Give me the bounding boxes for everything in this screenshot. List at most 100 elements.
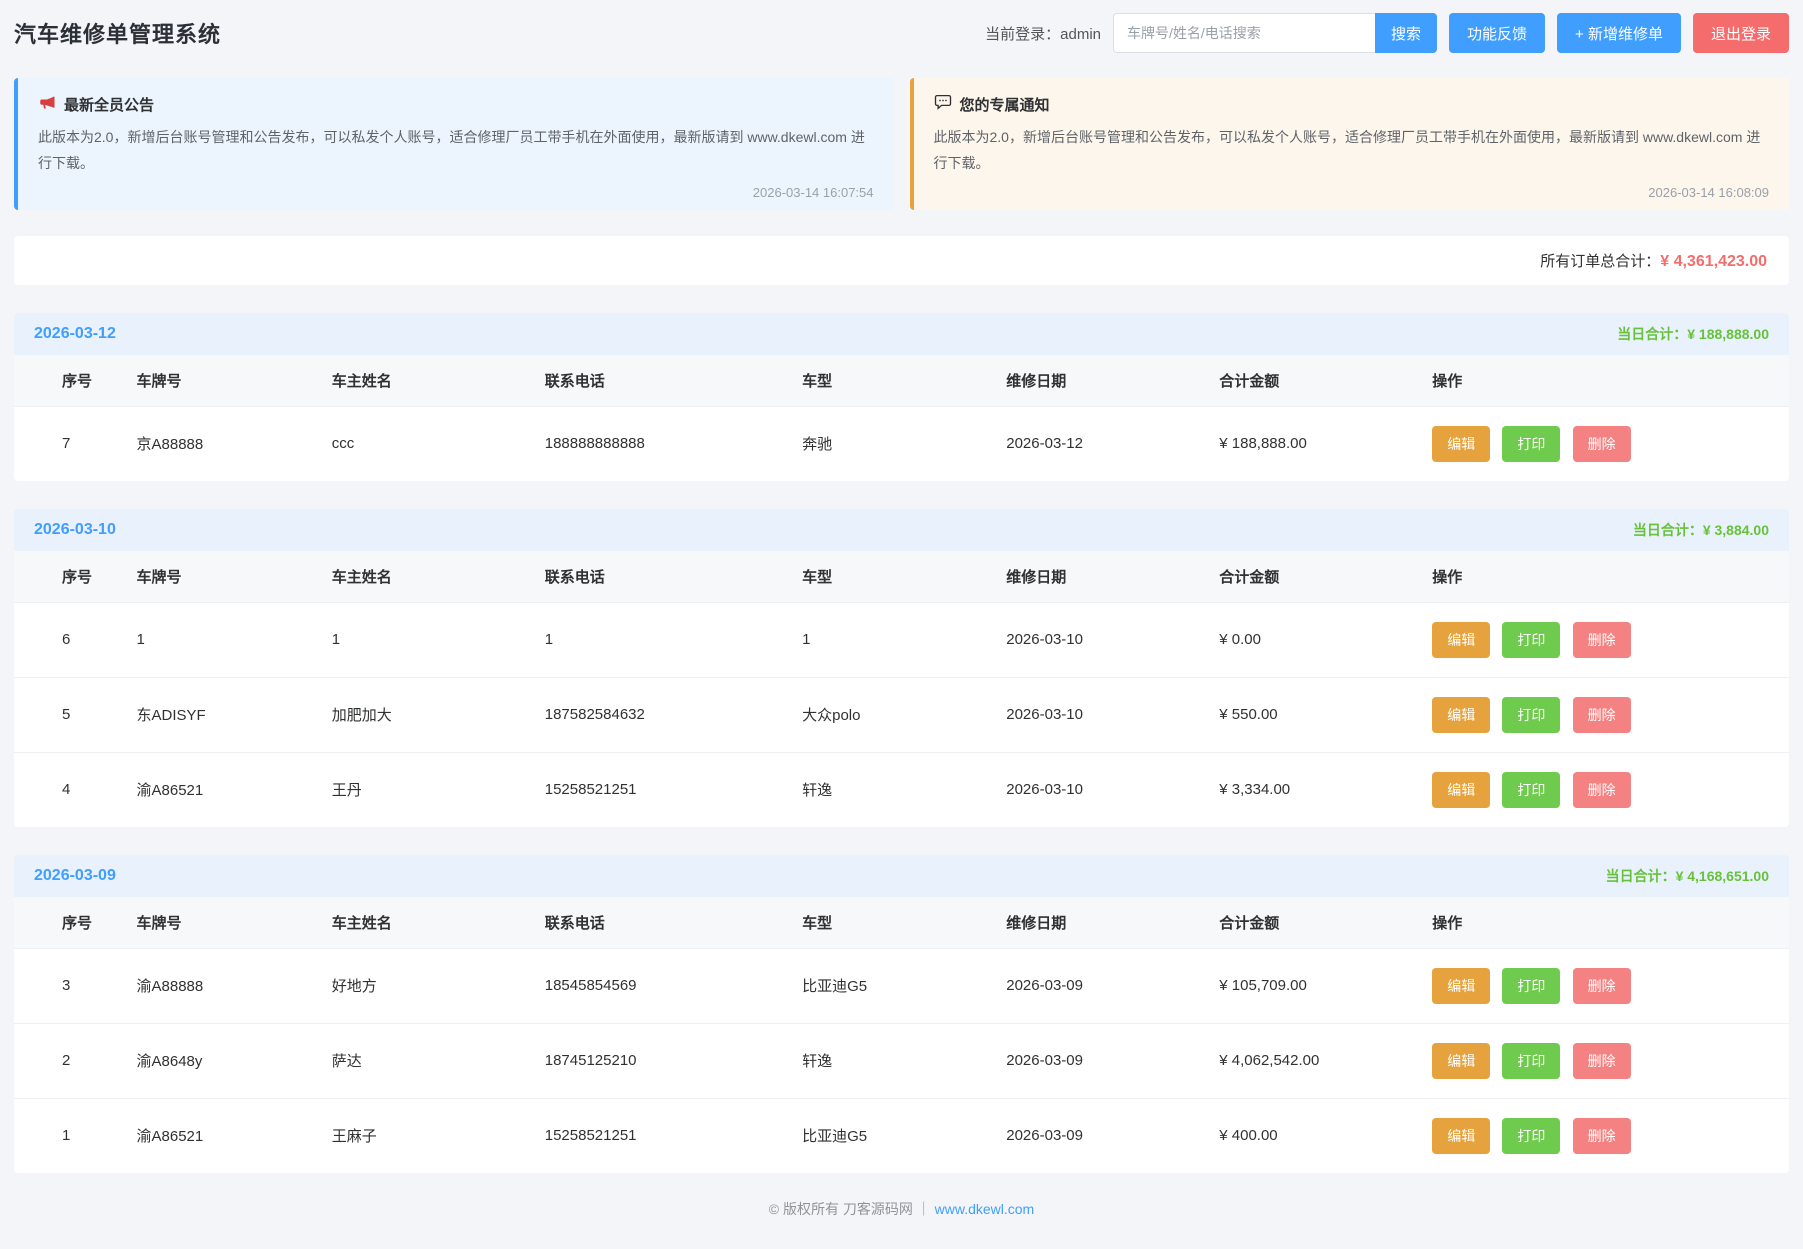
col-owner: 车主姓名: [316, 551, 529, 603]
cell-index: 4: [14, 752, 121, 827]
day-section: 2026-03-09 当日合计：¥ 4,168,651.00 序号 车牌号 车主…: [14, 855, 1789, 1173]
print-button[interactable]: 打印: [1502, 622, 1560, 658]
delete-button[interactable]: 删除: [1573, 622, 1631, 658]
cell-repair-date: 2026-03-10: [990, 602, 1203, 677]
cell-plate: 东ADISYF: [121, 677, 316, 752]
cell-plate: 1: [121, 602, 316, 677]
copyright-text: © 版权所有 刀客源码网: [769, 1201, 913, 1217]
megaphone-icon: [38, 93, 56, 115]
print-button[interactable]: 打印: [1502, 1118, 1560, 1154]
day-section: 2026-03-10 当日合计：¥ 3,884.00 序号 车牌号 车主姓名 联…: [14, 509, 1789, 827]
edit-button[interactable]: 编辑: [1432, 772, 1490, 808]
cell-amount: ¥ 188,888.00: [1203, 406, 1416, 481]
day-date: 2026-03-12: [34, 325, 116, 343]
cell-amount: ¥ 105,709.00: [1203, 948, 1416, 1023]
day-date: 2026-03-10: [34, 521, 116, 539]
edit-button[interactable]: 编辑: [1432, 697, 1490, 733]
feedback-button[interactable]: 功能反馈: [1449, 13, 1545, 53]
edit-button[interactable]: 编辑: [1432, 1118, 1490, 1154]
cell-index: 2: [14, 1023, 121, 1098]
table-row: 2 渝A8648y 萨达 18745125210 轩逸 2026-03-09 ¥…: [14, 1023, 1789, 1098]
day-total-label: 当日合计：: [1606, 868, 1676, 884]
logout-button[interactable]: 退出登录: [1693, 13, 1789, 53]
day-total: 当日合计：¥ 4,168,651.00: [1606, 866, 1769, 886]
cell-amount: ¥ 550.00: [1203, 677, 1416, 752]
col-plate: 车牌号: [121, 551, 316, 603]
cell-phone: 18545854569: [529, 948, 786, 1023]
announcement-timestamp: 2026-03-14 16:07:54: [38, 185, 874, 200]
cell-index: 5: [14, 677, 121, 752]
delete-button[interactable]: 删除: [1573, 426, 1631, 462]
footer-separator: ｜: [917, 1201, 931, 1217]
notices-row: 最新全员公告 此版本为2.0，新增后台账号管理和公告发布，可以私发个人账号，适合…: [14, 78, 1789, 210]
search-button[interactable]: 搜索: [1375, 13, 1437, 53]
cell-actions: 编辑 打印 删除: [1416, 602, 1789, 677]
col-model: 车型: [786, 897, 990, 949]
add-repair-order-button[interactable]: + 新增维修单: [1557, 13, 1681, 53]
announcement-title: 最新全员公告: [64, 94, 154, 115]
delete-button[interactable]: 删除: [1573, 968, 1631, 1004]
col-index: 序号: [14, 551, 121, 603]
top-bar-actions: 当前登录：admin 搜索 功能反馈 + 新增维修单 退出登录: [985, 13, 1789, 53]
print-button[interactable]: 打印: [1502, 1043, 1560, 1079]
cell-owner: 王麻子: [316, 1098, 529, 1173]
current-user: admin: [1060, 26, 1101, 43]
footer-link[interactable]: www.dkewl.com: [935, 1201, 1035, 1217]
grand-total-label: 所有订单总合计：: [1540, 253, 1660, 270]
personal-notice: 您的专属通知 此版本为2.0，新增后台账号管理和公告发布，可以私发个人账号，适合…: [910, 78, 1790, 210]
day-header: 2026-03-10 当日合计：¥ 3,884.00: [14, 509, 1789, 551]
delete-button[interactable]: 删除: [1573, 697, 1631, 733]
col-repair-date: 维修日期: [990, 355, 1203, 407]
day-header: 2026-03-12 当日合计：¥ 188,888.00: [14, 313, 1789, 355]
col-phone: 联系电话: [529, 551, 786, 603]
day-total-label: 当日合计：: [1617, 326, 1687, 342]
col-owner: 车主姓名: [316, 897, 529, 949]
cell-repair-date: 2026-03-10: [990, 752, 1203, 827]
announcement-body: 此版本为2.0，新增后台账号管理和公告发布，可以私发个人账号，适合修理厂员工带手…: [38, 125, 874, 177]
cell-model: 轩逸: [786, 1023, 990, 1098]
col-index: 序号: [14, 355, 121, 407]
delete-button[interactable]: 删除: [1573, 772, 1631, 808]
personal-title-row: 您的专属通知: [934, 93, 1770, 115]
cell-model: 大众polo: [786, 677, 990, 752]
print-button[interactable]: 打印: [1502, 697, 1560, 733]
print-button[interactable]: 打印: [1502, 968, 1560, 1004]
cell-owner: 王丹: [316, 752, 529, 827]
print-button[interactable]: 打印: [1502, 426, 1560, 462]
day-total: 当日合计：¥ 188,888.00: [1617, 324, 1769, 344]
cell-index: 3: [14, 948, 121, 1023]
col-amount: 合计金额: [1203, 551, 1416, 603]
cell-plate: 渝A88888: [121, 948, 316, 1023]
cell-owner: 1: [316, 602, 529, 677]
delete-button[interactable]: 删除: [1573, 1043, 1631, 1079]
cell-phone: 15258521251: [529, 1098, 786, 1173]
cell-plate: 渝A86521: [121, 1098, 316, 1173]
cell-index: 6: [14, 602, 121, 677]
current-login: 当前登录：admin: [985, 23, 1101, 44]
table-row: 5 东ADISYF 加肥加大 187582584632 大众polo 2026-…: [14, 677, 1789, 752]
edit-button[interactable]: 编辑: [1432, 622, 1490, 658]
cell-phone: 15258521251: [529, 752, 786, 827]
day-total-amount: ¥ 4,168,651.00: [1676, 868, 1769, 884]
cell-plate: 渝A86521: [121, 752, 316, 827]
search-input[interactable]: [1113, 13, 1375, 53]
edit-button[interactable]: 编辑: [1432, 968, 1490, 1004]
print-button[interactable]: 打印: [1502, 772, 1560, 808]
day-total-amount: ¥ 188,888.00: [1687, 326, 1769, 342]
table-header-row: 序号 车牌号 车主姓名 联系电话 车型 维修日期 合计金额 操作: [14, 551, 1789, 603]
day-total-amount: ¥ 3,884.00: [1703, 522, 1769, 538]
cell-model: 比亚迪G5: [786, 1098, 990, 1173]
chat-bubble-icon: [934, 93, 952, 115]
col-amount: 合计金额: [1203, 897, 1416, 949]
col-amount: 合计金额: [1203, 355, 1416, 407]
cell-phone: 188888888888: [529, 406, 786, 481]
cell-model: 轩逸: [786, 752, 990, 827]
delete-button[interactable]: 删除: [1573, 1118, 1631, 1154]
cell-phone: 1: [529, 602, 786, 677]
orders-table: 序号 车牌号 车主姓名 联系电话 车型 维修日期 合计金额 操作 6 1 1 1…: [14, 551, 1789, 827]
edit-button[interactable]: 编辑: [1432, 426, 1490, 462]
col-plate: 车牌号: [121, 355, 316, 407]
cell-phone: 18745125210: [529, 1023, 786, 1098]
edit-button[interactable]: 编辑: [1432, 1043, 1490, 1079]
cell-index: 7: [14, 406, 121, 481]
